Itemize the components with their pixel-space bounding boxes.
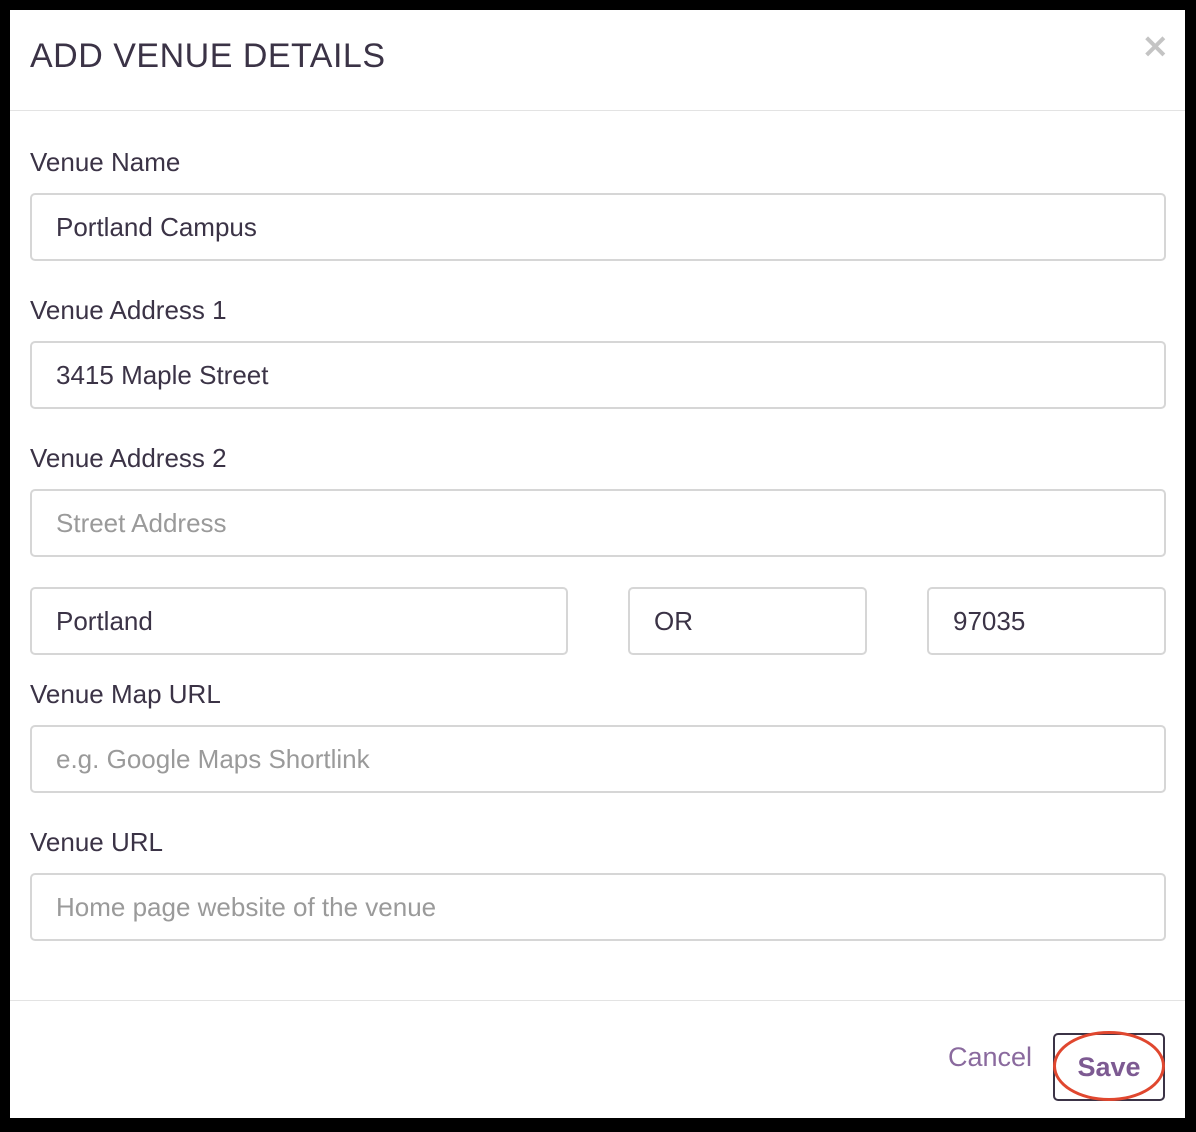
- city-input[interactable]: [30, 587, 568, 655]
- venue-address-1-input[interactable]: [30, 341, 1166, 409]
- zip-input[interactable]: [927, 587, 1166, 655]
- venue-name-input[interactable]: [30, 193, 1166, 261]
- modal-footer: Cancel Save: [10, 1000, 1185, 1118]
- modal-title: ADD VENUE DETAILS: [30, 37, 386, 75]
- venue-map-url-label: Venue Map URL: [30, 679, 221, 709]
- cancel-button[interactable]: Cancel: [948, 1039, 1032, 1075]
- save-button[interactable]: Save: [1053, 1033, 1165, 1101]
- close-icon[interactable]: ×: [1141, 29, 1170, 63]
- add-venue-modal: ADD VENUE DETAILS × Venue Name Venue Add…: [10, 10, 1185, 1118]
- venue-address-2-label: Venue Address 2: [30, 443, 227, 473]
- venue-url-label: Venue URL: [30, 827, 163, 857]
- venue-name-label: Venue Name: [30, 147, 181, 177]
- venue-url-input[interactable]: [30, 873, 1166, 941]
- modal-header: ADD VENUE DETAILS ×: [10, 10, 1185, 111]
- venue-address-1-label: Venue Address 1: [30, 295, 227, 325]
- state-input[interactable]: [628, 587, 867, 655]
- venue-map-url-input[interactable]: [30, 725, 1166, 793]
- venue-address-2-input[interactable]: [30, 489, 1166, 557]
